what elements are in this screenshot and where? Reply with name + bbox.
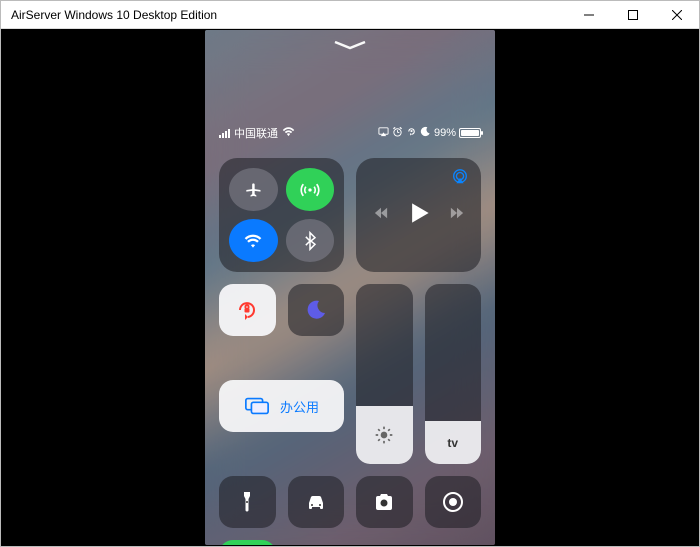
screen-record-button[interactable] [425, 476, 482, 528]
wifi-icon [282, 127, 295, 140]
bluetooth-button[interactable] [286, 219, 335, 262]
airplane-mode-button[interactable] [229, 168, 278, 211]
battery-icon [459, 128, 481, 138]
camera-button[interactable] [356, 476, 413, 528]
titlebar: AirServer Windows 10 Desktop Edition [1, 1, 699, 29]
control-center: 办公用 tv [219, 158, 481, 545]
mirror-viewport: 中国联通 99% [1, 29, 699, 546]
play-button[interactable] [408, 202, 430, 229]
apple-tv-icon: tv [447, 436, 458, 450]
row-3 [219, 476, 481, 528]
battery-percent: 99% [434, 127, 456, 139]
dismiss-chevron-icon[interactable] [333, 38, 367, 56]
driving-mode-button[interactable] [288, 476, 345, 528]
screen-mirroring-button[interactable]: 办公用 [219, 380, 344, 432]
dnd-status-icon [420, 126, 431, 140]
close-button[interactable] [655, 1, 699, 29]
maximize-button[interactable] [611, 1, 655, 29]
orientation-lock-button[interactable] [219, 284, 276, 336]
flashlight-button[interactable] [219, 476, 276, 528]
carrier-label: 中国联通 [234, 125, 278, 141]
window-title: AirServer Windows 10 Desktop Edition [11, 8, 217, 22]
airplay-status-icon [378, 126, 389, 140]
sliders: tv [356, 284, 481, 464]
forward-button[interactable] [450, 206, 464, 225]
volume-slider[interactable]: tv [425, 284, 482, 464]
connectivity-module[interactable] [219, 158, 344, 272]
minimize-button[interactable] [567, 1, 611, 29]
phone-screen: 中国联通 99% [205, 30, 495, 545]
qr-scanner-button[interactable] [219, 540, 276, 545]
media-module[interactable] [356, 158, 481, 272]
app-window: AirServer Windows 10 Desktop Edition 中国联… [0, 0, 700, 547]
signal-icon [219, 129, 230, 138]
status-bar: 中国联通 99% [205, 124, 495, 142]
row-2: 办公用 [219, 284, 344, 464]
window-controls [567, 1, 699, 29]
rewind-button[interactable] [374, 206, 388, 225]
brightness-slider[interactable] [356, 284, 413, 464]
screen-mirroring-icon [244, 396, 270, 416]
alarm-icon [392, 126, 403, 140]
orientation-lock-status-icon [406, 126, 417, 140]
airplay-icon[interactable] [451, 168, 469, 191]
row-4 [219, 540, 481, 545]
screen-mirroring-label: 办公用 [280, 397, 319, 416]
cellular-data-button[interactable] [286, 168, 335, 211]
do-not-disturb-button[interactable] [288, 284, 345, 336]
wifi-button[interactable] [229, 219, 278, 262]
brightness-icon [374, 425, 394, 450]
